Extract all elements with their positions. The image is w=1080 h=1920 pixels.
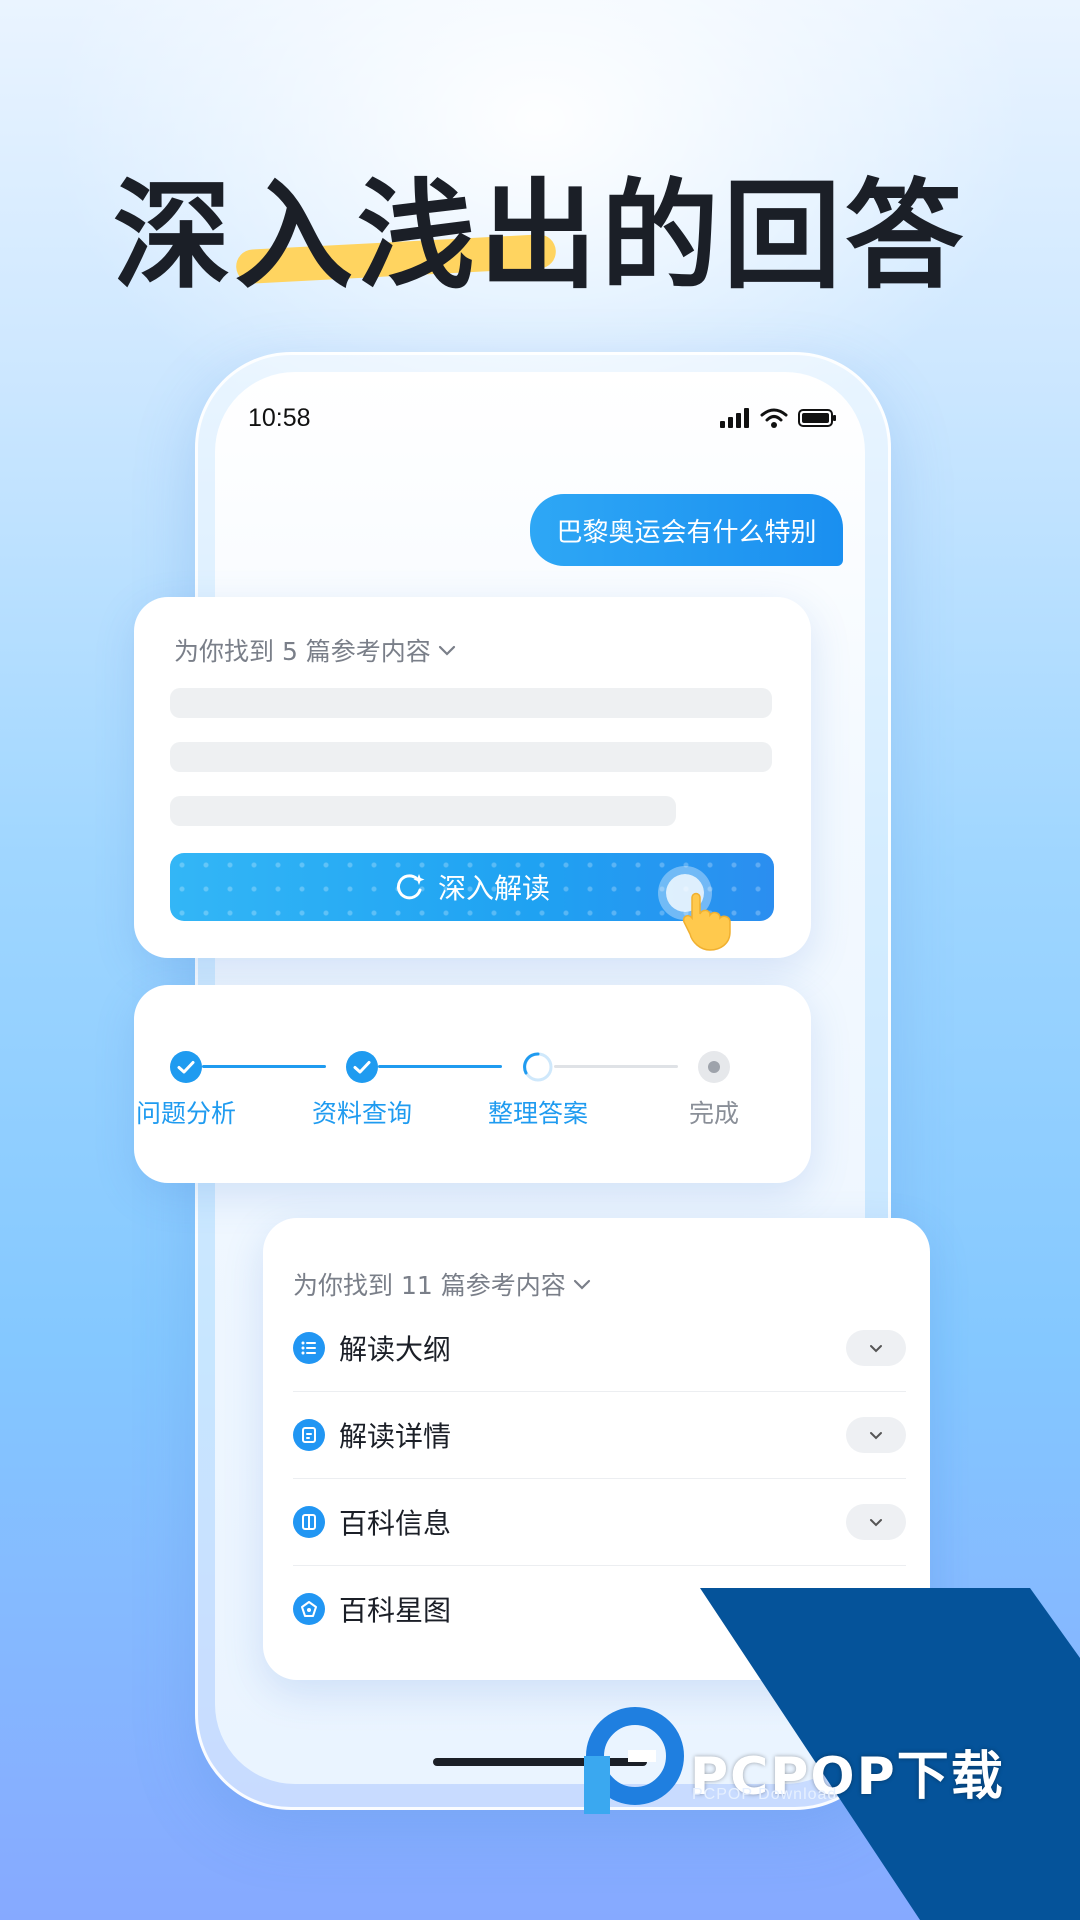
outline-row-outline[interactable]: 解读大纲 [293,1304,906,1392]
status-time: 10:58 [248,404,311,432]
loading-spinner-icon [523,1052,553,1082]
battery-icon [798,409,836,427]
step-done-node [170,1051,202,1083]
expand-toggle[interactable] [846,1329,906,1366]
skeleton-line [170,742,772,772]
chevron-down-icon [438,645,455,656]
list-icon [293,1331,325,1364]
expand-toggle[interactable] [846,1416,906,1453]
outline-row-label: 解读详情 [339,1419,452,1453]
outline-row-label: 解读大纲 [339,1332,452,1366]
outline-row-encyclopedia[interactable]: 百科信息 [293,1478,906,1566]
reference-count-label: 为你找到 11 篇参考内容 [293,1271,566,1300]
reference-toggle[interactable]: 为你找到 5 篇参考内容 [174,632,457,668]
pending-dot-icon [708,1061,720,1073]
wifi-icon [760,408,788,428]
step-loading-node [522,1051,554,1083]
chevron-down-icon [870,1344,882,1352]
watermark-subtitle: PCPOP Download [692,1786,838,1803]
user-message-text: 巴黎奥运会有什么特别 [556,517,817,548]
deep-read-label: 深入解读 [437,872,550,905]
step-connector [554,1065,678,1068]
check-icon [177,1061,195,1074]
chevron-down-icon [870,1431,882,1439]
user-message-bubble[interactable]: 巴黎奥运会有什么特别 [530,494,843,566]
signal-icon [720,408,749,428]
check-icon [353,1061,371,1074]
watermark-logo-icon [584,1707,684,1814]
document-icon [293,1418,325,1451]
chevron-down-icon [870,1518,882,1526]
step-label: 资料查询 [311,1099,412,1128]
skeleton-line [170,796,676,826]
reference-count-label: 为你找到 5 篇参考内容 [174,637,431,666]
step-connector [378,1065,502,1068]
step-label: 问题分析 [135,1099,236,1128]
star-graph-icon [293,1592,325,1625]
skeleton-line [170,688,772,718]
chevron-down-icon [573,1279,590,1290]
outline-row-label: 百科信息 [339,1506,452,1540]
progress-steps: 问题分析 资料查询 整理答案 完成 [136,1046,774,1128]
page-headline: 深入浅出的回答 [112,167,967,305]
outline-row-details[interactable]: 解读详情 [293,1391,906,1479]
status-icons [720,408,838,428]
step-label: 完成 [688,1099,739,1128]
status-bar: 10:58 [248,400,838,440]
step-label: 整理答案 [487,1099,588,1128]
book-icon [293,1505,325,1538]
refresh-sparkle-icon [396,874,425,900]
step-pending-node [698,1051,730,1083]
pointing-hand-icon [682,892,731,951]
step-connector [202,1065,326,1068]
expand-toggle[interactable] [846,1503,906,1540]
step-done-node [346,1051,378,1083]
outline-row-label: 百科星图 [339,1593,452,1627]
reference-toggle[interactable]: 为你找到 11 篇参考内容 [293,1266,592,1302]
